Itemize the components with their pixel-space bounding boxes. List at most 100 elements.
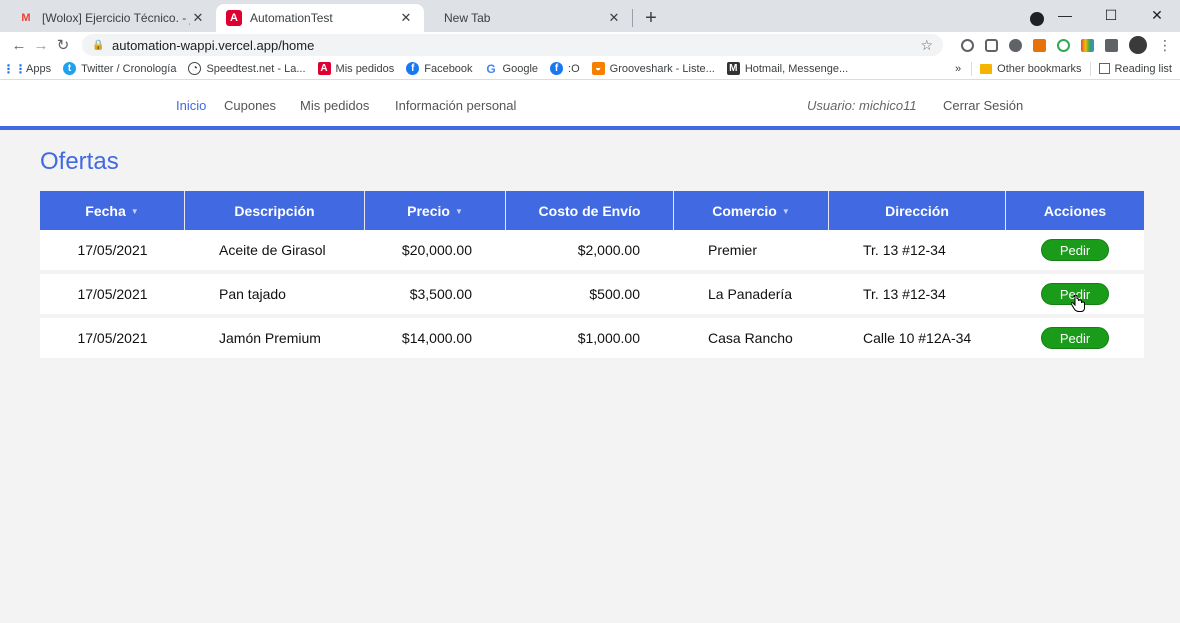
- back-arrow-icon[interactable]: ←: [8, 37, 30, 54]
- bookmark-label: Hotmail, Messenge...: [744, 62, 849, 75]
- bookmark-facebook[interactable]: f Facebook: [406, 62, 473, 75]
- bookmarks-overflow-button[interactable]: »: [955, 63, 961, 75]
- column-header-fecha[interactable]: Fecha ▼: [40, 191, 185, 230]
- sort-arrow-icon: ▼: [781, 207, 790, 217]
- bookmark-apps[interactable]: ⋮⋮ Apps: [2, 61, 52, 76]
- address-bar[interactable]: 🔒 automation-wappi.vercel.app/home ☆: [82, 34, 943, 56]
- tab-new-tab[interactable]: New Tab ✕: [424, 4, 632, 32]
- logout-link[interactable]: Cerrar Sesión: [943, 98, 1023, 113]
- cell-precio: $14,000.00: [365, 318, 506, 358]
- extension-icon[interactable]: [1033, 38, 1046, 52]
- angular-icon: A: [317, 62, 331, 75]
- gmail-icon: M: [21, 12, 31, 24]
- bookmarks-right: » Other bookmarks Reading list: [955, 61, 1172, 76]
- sort-arrow-icon: ▼: [130, 207, 139, 217]
- pedir-button[interactable]: Pedir: [1041, 327, 1109, 349]
- nav-link-cupones[interactable]: Cupones: [224, 98, 276, 113]
- facebook-icon: f: [550, 62, 564, 75]
- avatar[interactable]: [1129, 36, 1147, 54]
- bookmark-twitter[interactable]: t Twitter / Cronología: [63, 62, 176, 75]
- cell-fecha: 17/05/2021: [40, 274, 185, 318]
- cell-direccion: Tr. 13 #12-34: [829, 230, 1006, 274]
- menu-kebab-icon[interactable]: ⋮: [1158, 37, 1172, 54]
- bookmark-google[interactable]: G Google: [485, 62, 539, 76]
- column-header-direccion: Dirección: [829, 191, 1006, 230]
- window-controls: — ☐ ✕: [1042, 0, 1180, 30]
- address-url: automation-wappi.vercel.app/home: [112, 37, 315, 53]
- table-row: 17/05/2021 Aceite de Girasol $20,000.00 …: [40, 230, 1144, 274]
- forward-arrow-icon[interactable]: →: [30, 37, 52, 54]
- table-row: 17/05/2021 Pan tajado $3,500.00 $500.00 …: [40, 274, 1144, 318]
- extension-icon[interactable]: [961, 38, 974, 52]
- bookmark-hotmail[interactable]: M Hotmail, Messenge...: [726, 62, 849, 75]
- cell-fecha: 17/05/2021: [40, 230, 185, 274]
- pedir-button[interactable]: Pedir: [1041, 239, 1109, 261]
- page-content: Inicio Cupones Mis pedidos Información p…: [0, 80, 1180, 623]
- extension-icon[interactable]: [1081, 38, 1094, 52]
- cell-costo-envio: $1,000.00: [506, 318, 674, 358]
- grooveshark-icon: ◒: [591, 62, 605, 75]
- bookmark-divider: [971, 61, 973, 76]
- table-row: 17/05/2021 Jamón Premium $14,000.00 $1,0…: [40, 318, 1144, 358]
- offers-table: Fecha ▼ Descripción Precio ▼ Costo de Enví…: [40, 191, 1144, 358]
- puzzle-icon[interactable]: [1105, 38, 1118, 52]
- close-icon[interactable]: ✕: [398, 10, 414, 26]
- bookmark-speedtest[interactable]: ◔ Speedtest.net - La...: [188, 62, 306, 75]
- cell-comercio: Premier: [674, 230, 829, 274]
- browser-chrome: M [Wolox] Ejercicio Técnico. - johnd ✕ A…: [0, 0, 1180, 80]
- sort-arrow-icon: ▼: [454, 207, 463, 217]
- tab-title: New Tab: [444, 11, 491, 25]
- current-user-label: Usuario: michico11: [807, 98, 917, 113]
- tab-title: [Wolox] Ejercicio Técnico. - johnd: [42, 11, 190, 25]
- bookmark-facebook-2[interactable]: f :O: [550, 62, 580, 75]
- extension-icon[interactable]: [1009, 38, 1022, 52]
- bookmarks-bar: ⋮⋮ Apps t Twitter / Cronología ◔ Speedte…: [0, 58, 1180, 80]
- bookmark-label: Facebook: [424, 62, 473, 75]
- tab-automationtest[interactable]: A AutomationTest ✕: [216, 4, 424, 32]
- maximize-button[interactable]: ☐: [1088, 0, 1134, 30]
- tab-strip: M [Wolox] Ejercicio Técnico. - johnd ✕ A…: [0, 0, 1180, 32]
- bookmark-divider: [1089, 61, 1091, 76]
- angular-icon: A: [226, 10, 242, 26]
- cell-direccion: Calle 10 #12A-34: [829, 318, 1006, 358]
- nav-link-mis-pedidos[interactable]: Mis pedidos: [300, 98, 369, 113]
- bookmark-label: Grooveshark - Liste...: [609, 62, 715, 75]
- cell-acciones: Pedir: [1006, 318, 1144, 358]
- twitter-icon: t: [63, 62, 77, 75]
- reload-icon[interactable]: ↻: [52, 36, 74, 54]
- close-icon[interactable]: ✕: [606, 10, 622, 26]
- column-header-comercio[interactable]: Comercio ▼: [674, 191, 829, 230]
- other-bookmarks[interactable]: Other bookmarks: [997, 63, 1081, 75]
- cell-descripcion: Jamón Premium: [185, 318, 365, 358]
- facebook-icon: f: [406, 62, 420, 75]
- extension-icon[interactable]: [1057, 38, 1070, 52]
- new-tab-button[interactable]: +: [637, 4, 665, 32]
- column-header-costo-envio: Costo de Envío: [506, 191, 674, 230]
- cell-precio: $3,500.00: [365, 274, 506, 318]
- nav-link-informacion-personal[interactable]: Información personal: [395, 98, 516, 113]
- bookmark-star-icon[interactable]: ☆: [920, 37, 933, 54]
- nav-link-inicio[interactable]: Inicio: [176, 98, 206, 113]
- tab-gmail[interactable]: M [Wolox] Ejercicio Técnico. - johnd ✕: [8, 4, 216, 32]
- cell-comercio: La Panadería: [674, 274, 829, 318]
- page-title: Ofertas: [40, 148, 119, 175]
- column-header-precio[interactable]: Precio ▼: [365, 191, 506, 230]
- cell-costo-envio: $2,000.00: [506, 230, 674, 274]
- column-header-descripcion: Descripción: [185, 191, 365, 230]
- tab-separator: [632, 9, 633, 27]
- apps-grid-icon: ⋮⋮: [2, 61, 27, 76]
- bookmark-label: Speedtest.net - La...: [206, 62, 306, 75]
- table-header-row: Fecha ▼ Descripción Precio ▼ Costo de Enví…: [40, 191, 1144, 230]
- reading-list[interactable]: Reading list: [1115, 63, 1172, 75]
- bookmark-mis-pedidos[interactable]: A Mis pedidos: [317, 62, 394, 75]
- bookmark-label: Google: [502, 62, 539, 75]
- bookmark-grooveshark[interactable]: ◒ Grooveshark - Liste...: [591, 62, 715, 75]
- browser-toolbar: ← → ↻ 🔒 automation-wappi.vercel.app/home…: [0, 32, 1180, 58]
- cell-costo-envio: $500.00: [506, 274, 674, 318]
- close-icon[interactable]: ✕: [190, 10, 206, 26]
- lock-icon: 🔒: [92, 39, 105, 51]
- tab-title: AutomationTest: [250, 11, 333, 25]
- minimize-button[interactable]: —: [1042, 0, 1088, 30]
- camera-extension-icon[interactable]: [985, 38, 998, 52]
- close-window-button[interactable]: ✕: [1134, 0, 1180, 30]
